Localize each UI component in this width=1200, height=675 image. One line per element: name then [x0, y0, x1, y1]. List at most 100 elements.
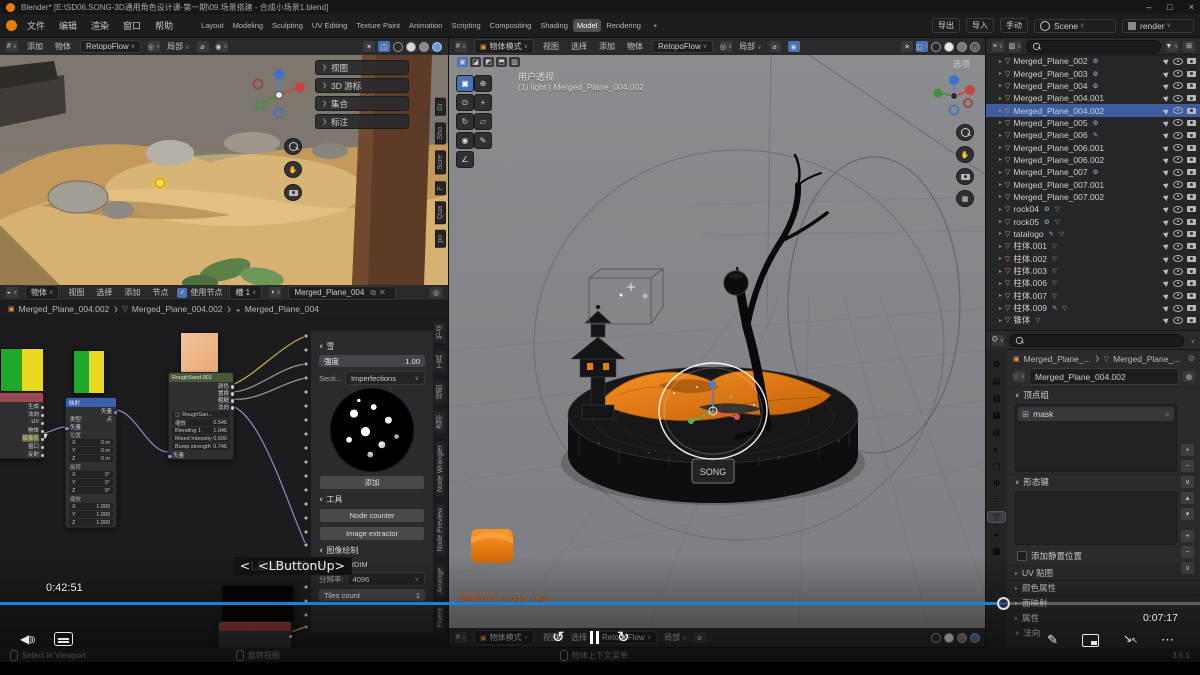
list-op-button[interactable]: ∨: [1180, 561, 1195, 575]
outliner-row[interactable]: ▸ ▽ rock04 ⚙ ✎ ▽: [986, 203, 1200, 215]
editor-type-icon[interactable]: #: [6, 41, 18, 52]
properties-tab-icon[interactable]: ▤: [988, 376, 1005, 386]
render-visibility-icon[interactable]: [1187, 120, 1196, 126]
render-visibility-icon[interactable]: [1187, 305, 1196, 311]
expand-arrow-icon[interactable]: ▸: [999, 193, 1002, 200]
miniplayer-button[interactable]: [1082, 634, 1099, 647]
outliner-row[interactable]: ▸ ▽ 柱体.006 ⚙ ✎ ▽: [986, 277, 1200, 289]
app-menu-item[interactable]: 窗口: [121, 19, 143, 32]
import-button[interactable]: 导入: [966, 18, 994, 33]
selectable-icon[interactable]: [1163, 57, 1171, 65]
outliner-row[interactable]: ▸ ▽ 柱体.001 ⚙ ✎ ▽: [986, 240, 1200, 252]
list-op-button[interactable]: −: [1180, 459, 1195, 473]
visibility-eye-icon[interactable]: [1173, 169, 1183, 176]
outliner-row[interactable]: ▸ ▽ Merged_Plane_003 ⚙ ✎ ▽: [986, 67, 1200, 79]
render-visibility-icon[interactable]: [1187, 293, 1196, 299]
sidebar-tab[interactable]: 视图: [433, 380, 447, 404]
object-name[interactable]: 柱体.002: [1013, 253, 1047, 265]
app-menu-item[interactable]: 文件: [25, 19, 47, 32]
object-name[interactable]: Merged_Plane_004.002: [1013, 106, 1104, 116]
selectable-icon[interactable]: [1163, 193, 1171, 201]
outliner-display-mode-icon[interactable]: ≡: [992, 41, 1004, 52]
expand-arrow-icon[interactable]: ▸: [999, 305, 1002, 312]
visibility-eye-icon[interactable]: [1173, 206, 1183, 213]
node-socket-row[interactable]: 物体: [0, 426, 43, 434]
pan-hand-icon[interactable]: ✋: [284, 161, 302, 178]
selectable-icon[interactable]: [1163, 292, 1171, 300]
texture-coordinate-node[interactable]: 生成法向UV物体摄像机窗口反射: [0, 392, 44, 459]
selectable-icon[interactable]: [1163, 218, 1171, 226]
mode-icon[interactable]: ◪: [470, 57, 481, 67]
minimize-button[interactable]: –: [1146, 2, 1151, 12]
render-visibility-icon[interactable]: [1187, 231, 1196, 237]
resolution-dropdown[interactable]: 4096: [347, 572, 425, 586]
node-menu-item[interactable]: 视图: [66, 287, 86, 298]
sidebar-tab[interactable]: Node Preview: [435, 503, 446, 557]
list-op-button[interactable]: ∨: [1180, 475, 1195, 489]
selectable-icon[interactable]: [1163, 156, 1171, 164]
ortho-grid-icon[interactable]: ▦: [956, 190, 974, 207]
shrink-button[interactable]: ↘↖: [1123, 634, 1137, 646]
vector-field[interactable]: X0°: [69, 471, 113, 478]
selectable-icon[interactable]: [1163, 267, 1171, 275]
outliner-row[interactable]: ▸ ▽ tatalogo ⚙ ✎ ▽: [986, 228, 1200, 240]
tool-button[interactable]: ↻: [456, 113, 474, 130]
expand-arrow-icon[interactable]: ▸: [999, 144, 1002, 151]
render-visibility-icon[interactable]: [1187, 71, 1196, 77]
pin-icon[interactable]: ◎: [430, 287, 442, 298]
outliner-row[interactable]: ▸ ▽ Merged_Plane_002 ⚙ ✎ ▽: [986, 55, 1200, 67]
workspace-tab[interactable]: Compositing: [486, 19, 536, 32]
selectable-icon[interactable]: [1163, 205, 1171, 213]
left-3d-viewport[interactable]: # 添加物体 RetopoFlow ◎ 局部 ⌀ ◉ ✶ ◫: [0, 38, 448, 285]
move-gizmo[interactable]: [250, 66, 308, 124]
visibility-eye-icon[interactable]: [1173, 317, 1183, 324]
show-gizmo-icon[interactable]: ✶: [363, 41, 375, 52]
sidebar-tab[interactable]: Fluent: [435, 603, 446, 632]
render-visibility-icon[interactable]: [1187, 317, 1196, 323]
selectable-icon[interactable]: [1163, 316, 1171, 324]
object-name[interactable]: Merged_Plane_004.001: [1013, 93, 1104, 103]
tools-section-title[interactable]: ∨工具: [319, 494, 425, 505]
app-menu-item[interactable]: 渲染: [89, 19, 111, 32]
workspace-tab[interactable]: Model: [573, 19, 601, 32]
options-dropdown[interactable]: 选项: [953, 58, 976, 70]
show-gizmo-icon[interactable]: ✶: [901, 41, 913, 52]
selectable-icon[interactable]: [1163, 70, 1171, 78]
image-selector[interactable]: ◫RoughSan...: [172, 411, 230, 418]
outliner-row[interactable]: ▸ ▽ Merged_Plane_004.002 ⚙ ✎ ▽: [986, 104, 1200, 116]
outliner-row[interactable]: ▸ ▽ Merged_Plane_004.001 ⚙ ✎ ▽: [986, 92, 1200, 104]
render-visibility-icon[interactable]: [1187, 243, 1196, 249]
strength-slider[interactable]: 强度1.00: [319, 355, 425, 367]
editor-type-icon[interactable]: ◒: [6, 287, 18, 298]
snap-magnet-icon[interactable]: ⌀: [769, 41, 781, 52]
selectable-icon[interactable]: [1163, 181, 1171, 189]
node-socket-row[interactable]: 生成: [0, 402, 43, 410]
overlays-icon[interactable]: ◫: [378, 41, 390, 52]
visibility-eye-icon[interactable]: [1173, 243, 1183, 250]
vector-field[interactable]: Z0 m: [69, 455, 113, 462]
tool-button[interactable]: ∠: [456, 151, 474, 168]
mode-icon[interactable]: ▥: [509, 57, 520, 67]
camera-view-icon[interactable]: [284, 184, 302, 201]
expand-arrow-icon[interactable]: ▸: [999, 206, 1002, 213]
viewport-menu-item[interactable]: 物体: [53, 41, 73, 52]
properties-tab-icon[interactable]: ▽: [988, 512, 1005, 522]
selectable-icon[interactable]: [1163, 230, 1171, 238]
npanel-section-button[interactable]: ❯视图: [315, 60, 409, 75]
outliner-row[interactable]: ▸ ▽ Merged_Plane_007.001 ⚙ ✎ ▽: [986, 178, 1200, 190]
material-name-field[interactable]: Merged_Plane_004⧉✕: [288, 286, 396, 300]
object-name[interactable]: Merged_Plane_002: [1013, 56, 1087, 66]
shading-rendered-icon[interactable]: [432, 42, 442, 52]
render-visibility-icon[interactable]: [1187, 194, 1196, 200]
visibility-eye-icon[interactable]: [1173, 181, 1183, 188]
workspace-tab[interactable]: Modeling: [229, 19, 267, 32]
view-layer-selector[interactable]: render: [1122, 19, 1194, 33]
render-visibility-icon[interactable]: [1187, 95, 1196, 101]
expand-arrow-icon[interactable]: ▸: [999, 70, 1002, 77]
mode-select[interactable]: ▣物体模式: [474, 630, 534, 645]
workspace-tab[interactable]: Animation: [405, 19, 446, 32]
expand-arrow-icon[interactable]: ▸: [999, 317, 1002, 324]
close-button[interactable]: ×: [1189, 2, 1194, 12]
expand-arrow-icon[interactable]: ▸: [999, 82, 1002, 89]
shape-keys-list[interactable]: [1015, 491, 1177, 545]
